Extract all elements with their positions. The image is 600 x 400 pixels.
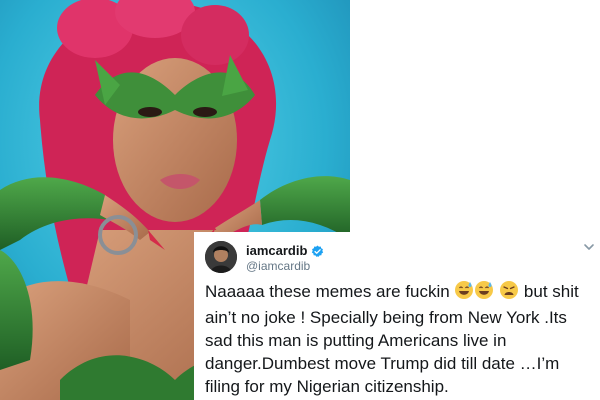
tweet-card: iamcardib @iamcardib Naaaaa these memes … <box>194 232 600 400</box>
weary-face-emoji-icon <box>499 280 519 306</box>
display-name[interactable]: iamcardib <box>246 244 307 258</box>
chevron-down-icon[interactable] <box>582 240 596 254</box>
display-name-row[interactable]: iamcardib <box>246 244 324 258</box>
avatar-image-icon <box>205 241 237 273</box>
avatar[interactable] <box>205 241 237 273</box>
tweet-text-part-1: Naaaaa these memes are fuckin <box>205 282 455 301</box>
grinning-sweat-emoji-icon <box>454 280 474 306</box>
user-handle[interactable]: @iamcardib <box>246 259 310 273</box>
tweet-text: Naaaaa these memes are fuckin but shit a… <box>205 280 597 398</box>
verified-badge-icon <box>311 245 324 258</box>
grinning-sweat-emoji-icon <box>474 280 494 306</box>
screenshot-canvas: iamcardib @iamcardib Naaaaa these memes … <box>0 0 600 400</box>
